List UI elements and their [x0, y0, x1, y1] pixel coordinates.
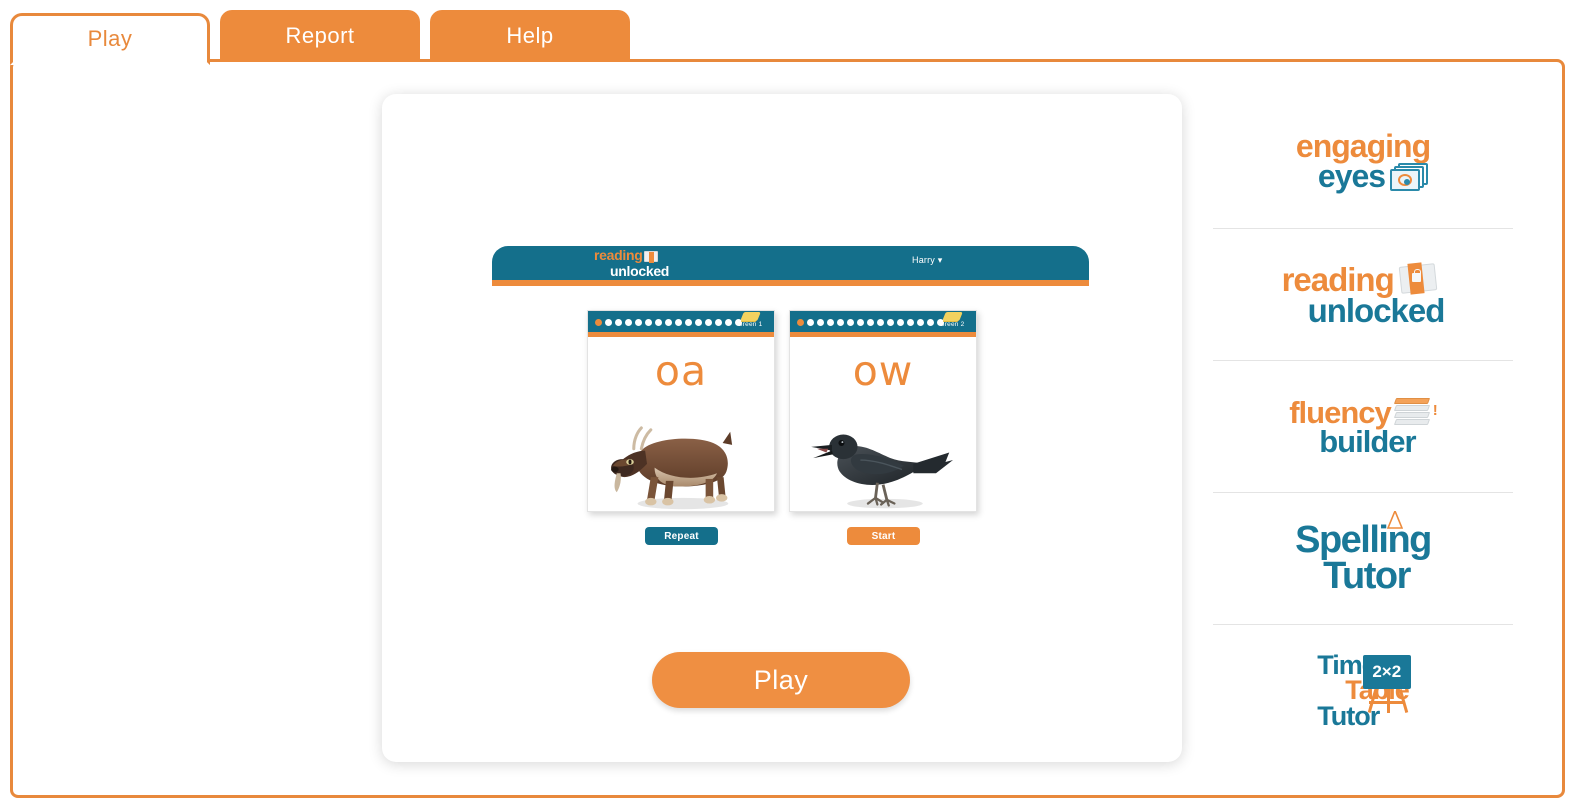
game-header-underline — [492, 280, 1089, 286]
tab-play-label: Play — [87, 26, 133, 51]
progress-dot — [695, 319, 702, 326]
progress-dot — [847, 319, 854, 326]
progress-dot — [907, 319, 914, 326]
progress-dot — [685, 319, 692, 326]
brand-times-table-tutor[interactable]: Times Table Tutor 2×2 — [1213, 625, 1513, 757]
level-badge: Green 2 — [932, 312, 972, 328]
game-header-bar: reading unlocked Harry ▾ — [492, 246, 1089, 280]
tab-bar: Play Report Help — [10, 10, 630, 65]
progress-dot — [867, 319, 874, 326]
level-label: Green 1 — [737, 321, 763, 328]
level-label: Green 2 — [939, 321, 965, 328]
brand-line1: Spelling — [1295, 518, 1432, 561]
app-frame: reading unlocked Harry ▾ Green 1 oa Gree… — [10, 59, 1565, 798]
tab-report[interactable]: Report — [220, 10, 420, 62]
grapheme-text: ow — [852, 347, 914, 395]
repeat-button-label: Repeat — [664, 530, 699, 542]
brand-line2: unlocked — [1307, 291, 1446, 329]
progress-dot — [605, 319, 612, 326]
card-header: Green 1 — [588, 311, 774, 337]
progress-dot — [897, 319, 904, 326]
card-body: oa — [588, 347, 774, 523]
start-button[interactable]: Start — [847, 527, 920, 545]
user-menu[interactable]: Harry ▾ — [912, 255, 942, 266]
brand-sidebar: engaging eyes reading unlocked fluency !… — [1213, 97, 1513, 757]
progress-dot — [675, 319, 682, 326]
game-panel: reading unlocked Harry ▾ Green 1 oa Gree… — [382, 94, 1182, 762]
progress-dot — [797, 319, 804, 326]
book-stack-icon: ! — [1393, 396, 1438, 426]
progress-dot — [857, 319, 864, 326]
progress-dot — [817, 319, 824, 326]
gold-book-icon — [739, 312, 761, 321]
progress-dot — [635, 319, 642, 326]
brand-reading-unlocked[interactable]: reading unlocked — [1213, 229, 1513, 361]
card-body: ow — [790, 347, 976, 523]
grapheme-text: oa — [654, 347, 708, 395]
tab-play[interactable]: Play — [10, 13, 210, 65]
game-logo-line1: reading — [594, 247, 643, 263]
phoneme-card[interactable]: Green 1 oa — [587, 310, 775, 512]
progress-dots — [595, 319, 742, 326]
progress-dot — [625, 319, 632, 326]
brand-line2: eyes — [1317, 157, 1386, 194]
pencil-icon — [1387, 510, 1404, 529]
tab-help[interactable]: Help — [430, 10, 630, 62]
brand-line2: Tutor — [1323, 554, 1411, 597]
chevron-down-icon: ▾ — [937, 255, 943, 265]
progress-dot — [877, 319, 884, 326]
progress-dots — [797, 319, 944, 326]
play-button[interactable]: Play — [652, 652, 910, 708]
progress-dot — [595, 319, 602, 326]
progress-dot — [807, 319, 814, 326]
tab-report-label: Report — [285, 23, 355, 48]
progress-dot — [705, 319, 712, 326]
progress-dot — [665, 319, 672, 326]
goat-illustration — [588, 409, 774, 513]
blackboard-easel-icon: 2×2 — [1355, 654, 1415, 715]
brand-line2: builder — [1319, 424, 1416, 459]
eye-cards-icon — [1390, 162, 1430, 193]
book-icon — [644, 251, 659, 263]
phoneme-card[interactable]: Green 2 ow — [789, 310, 977, 512]
repeat-button[interactable]: Repeat — [645, 527, 718, 545]
locked-book-icon — [1398, 262, 1438, 295]
level-badge: Green 1 — [730, 312, 770, 328]
start-button-label: Start — [871, 530, 896, 542]
game-logo: reading unlocked — [594, 248, 669, 279]
progress-dot — [887, 319, 894, 326]
brand-fluency-builder[interactable]: fluency! builder — [1213, 361, 1513, 493]
blackboard-text: 2×2 — [1362, 654, 1411, 689]
progress-dot — [827, 319, 834, 326]
play-button-label: Play — [753, 664, 809, 695]
progress-dot — [655, 319, 662, 326]
brand-spelling-tutor[interactable]: Spelling Tutor — [1213, 493, 1513, 625]
progress-dot — [837, 319, 844, 326]
progress-dot — [615, 319, 622, 326]
progress-dot — [917, 319, 924, 326]
progress-dot — [715, 319, 722, 326]
game-logo-line2: unlocked — [610, 263, 670, 280]
gold-book-icon — [941, 312, 963, 321]
brand-engaging-eyes[interactable]: engaging eyes — [1213, 97, 1513, 229]
user-menu-label: Harry — [912, 255, 935, 265]
tab-help-label: Help — [506, 23, 554, 48]
progress-dot — [645, 319, 652, 326]
crow-illustration — [790, 409, 976, 513]
card-header: Green 2 — [790, 311, 976, 337]
